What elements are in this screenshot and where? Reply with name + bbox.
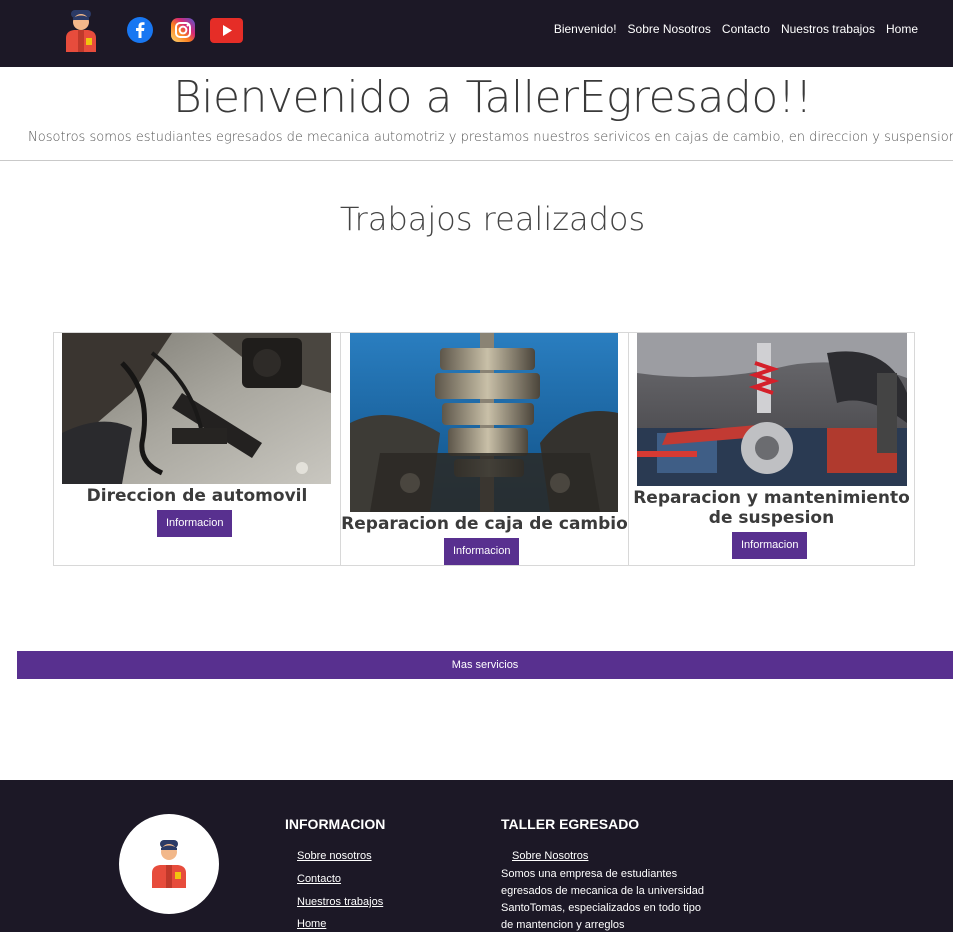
works-section-title: Trabajos realizados (339, 200, 646, 238)
page-subtitle: Nosotros somos estudiantes egresados de … (28, 130, 953, 145)
gearbox-image (350, 333, 618, 512)
page-title: Bienvenido a TallerEgresado!! (172, 72, 813, 123)
footer-link-nuestros-trabajos[interactable]: Nuestros trabajos (297, 896, 383, 908)
nav-sobre-nosotros[interactable]: Sobre Nosotros (628, 22, 711, 36)
steering-repair-image (62, 333, 331, 484)
work-card-suspension: Reparacion y mantenimiento de suspesion … (629, 333, 914, 565)
footer-link-contacto[interactable]: Contacto (297, 873, 341, 885)
card-title-suspension: Reparacion y mantenimiento de suspesion (633, 488, 910, 528)
footer-link-home[interactable]: Home (297, 918, 326, 930)
main-nav: Bienvenido! Sobre Nosotros Contacto Nues… (554, 22, 918, 36)
suspension-image (637, 333, 907, 486)
footer-taller-description: Somos una empresa de estudiantes egresad… (501, 868, 705, 931)
footer-info-heading: INFORMACION (285, 816, 386, 832)
top-navbar: Bienvenido! Sobre Nosotros Contacto Nues… (0, 0, 953, 67)
info-button-caja[interactable]: Informacion (444, 538, 520, 565)
nav-home[interactable]: Home (886, 22, 918, 36)
youtube-icon[interactable] (209, 16, 243, 44)
card-title-direccion: Direccion de automovil (86, 486, 308, 506)
more-services-button[interactable]: Mas servicios (17, 651, 953, 679)
card-title-caja: Reparacion de caja de cambio (341, 514, 628, 534)
nav-nuestros-trabajos[interactable]: Nuestros trabajos (781, 22, 875, 36)
footer-taller-heading: TALLER EGRESADO (501, 816, 640, 832)
hero-divider (0, 160, 953, 161)
info-button-direccion[interactable]: Informacion (157, 510, 233, 537)
info-button-suspension[interactable]: Informacion (732, 532, 808, 559)
works-cards: Direccion de automovil Informacion Repar… (53, 332, 915, 566)
footer-link-sobre-nosotros[interactable]: Sobre nosotros (297, 850, 372, 862)
work-card-caja: Reparacion de caja de cambio Informacion (341, 333, 629, 565)
footer-logo (119, 814, 219, 914)
mechanic-logo-icon[interactable] (62, 8, 100, 52)
footer-link-taller-sobre-nosotros[interactable]: Sobre Nosotros (512, 850, 588, 862)
nav-bienvenido[interactable]: Bienvenido! (554, 22, 617, 36)
work-card-direccion: Direccion de automovil Informacion (54, 333, 341, 565)
facebook-icon[interactable] (125, 16, 155, 44)
instagram-icon[interactable] (168, 16, 198, 44)
mechanic-avatar-icon (152, 840, 186, 888)
footer: INFORMACION Sobre nosotros Contacto Nues… (0, 780, 953, 932)
nav-contacto[interactable]: Contacto (722, 22, 770, 36)
